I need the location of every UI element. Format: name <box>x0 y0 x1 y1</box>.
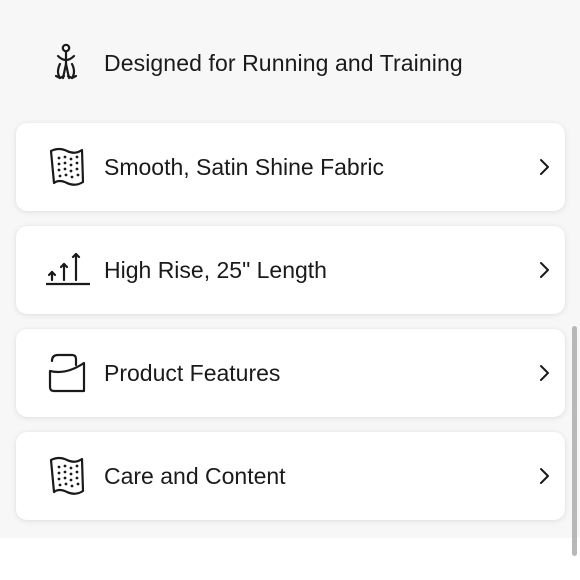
rise-length-row[interactable]: High Rise, 25" Length <box>16 226 565 314</box>
vertical-scrollbar[interactable] <box>572 326 577 556</box>
product-details-screen: Designed for Running and Training Smooth… <box>0 0 580 580</box>
bottom-area <box>0 538 580 580</box>
chevron-right-icon <box>537 259 551 281</box>
runner-icon <box>46 42 88 84</box>
pocket-icon <box>46 351 90 395</box>
chevron-right-icon <box>537 156 551 178</box>
fabric-row-label: Smooth, Satin Shine Fabric <box>104 154 384 180</box>
fabric-row[interactable]: Smooth, Satin Shine Fabric <box>16 123 565 211</box>
chevron-right-icon <box>537 465 551 487</box>
product-features-row[interactable]: Product Features <box>16 329 565 417</box>
care-content-row[interactable]: Care and Content <box>16 432 565 520</box>
fabric-icon <box>46 145 90 189</box>
product-features-row-label: Product Features <box>104 360 281 386</box>
chevron-right-icon <box>537 362 551 384</box>
rise-length-icon <box>46 248 90 292</box>
care-content-row-label: Care and Content <box>104 463 286 489</box>
feature-header: Designed for Running and Training <box>0 36 580 94</box>
fabric-icon <box>46 454 90 498</box>
rise-length-row-label: High Rise, 25" Length <box>104 257 327 283</box>
feature-header-label: Designed for Running and Training <box>104 50 463 76</box>
